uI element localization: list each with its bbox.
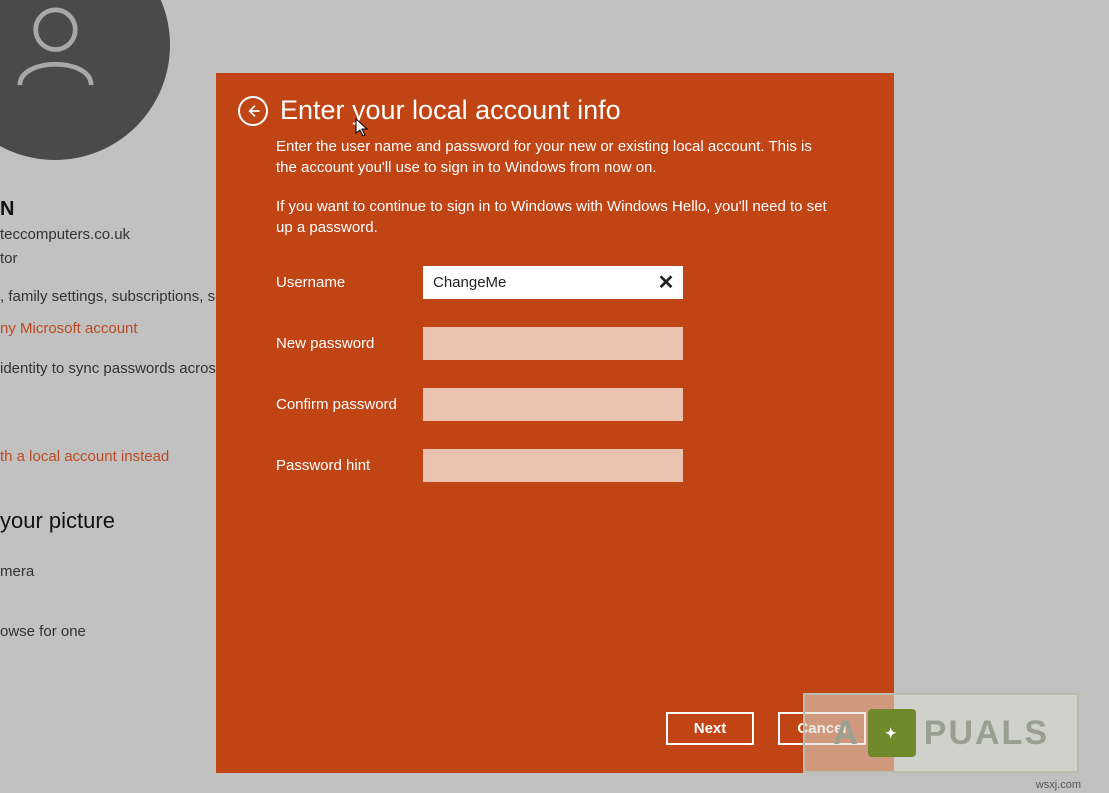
confirm-password-field-wrap: [423, 388, 683, 421]
info-line-1: , family settings, subscriptions, sec: [0, 288, 231, 305]
account-role-fragment: tor: [0, 250, 18, 267]
back-button[interactable]: [238, 96, 268, 126]
modal-description-2: If you want to continue to sign in to Wi…: [276, 196, 834, 238]
browse-option[interactable]: owse for one: [0, 623, 86, 640]
next-button[interactable]: Next: [666, 712, 754, 745]
password-hint-field-wrap: [423, 449, 683, 482]
username-label: Username: [276, 274, 423, 291]
modal-description-1: Enter the user name and password for you…: [276, 136, 834, 178]
confirm-password-input[interactable]: [423, 388, 683, 421]
modal-header: Enter your local account info: [238, 95, 834, 126]
clear-input-button[interactable]: ✕: [649, 266, 683, 299]
close-icon: ✕: [658, 270, 675, 295]
account-name-fragment: N: [0, 198, 14, 221]
new-password-label: New password: [276, 335, 423, 352]
camera-option[interactable]: mera: [0, 563, 34, 580]
sign-in-local-account-link[interactable]: th a local account instead: [0, 448, 169, 465]
watermark: A ✦ PUALS: [803, 693, 1079, 773]
new-password-field-wrap: [423, 327, 683, 360]
watermark-text-before: A: [833, 714, 860, 753]
arrow-left-icon: [245, 103, 261, 119]
username-field-wrap: ✕: [423, 266, 683, 299]
watermark-logo-icon: ✦: [868, 709, 916, 757]
password-hint-label: Password hint: [276, 457, 423, 474]
account-email-fragment: teccomputers.co.uk: [0, 226, 130, 243]
username-input[interactable]: [423, 266, 683, 299]
modal-title: Enter your local account info: [280, 95, 621, 126]
password-hint-input[interactable]: [423, 449, 683, 482]
user-icon: [8, 0, 103, 93]
form-row-password-hint: Password hint: [276, 449, 834, 482]
form-row-username: Username ✕: [276, 266, 834, 299]
watermark-credit: wsxj.com: [1036, 779, 1081, 791]
confirm-password-label: Confirm password: [276, 396, 423, 413]
info-line-2: identity to sync passwords across: [0, 360, 223, 377]
manage-microsoft-account-link[interactable]: ny Microsoft account: [0, 320, 138, 337]
your-picture-heading: your picture: [0, 508, 115, 534]
form-row-new-password: New password: [276, 327, 834, 360]
new-password-input[interactable]: [423, 327, 683, 360]
local-account-modal: Enter your local account info Enter the …: [216, 73, 894, 773]
watermark-text-after: PUALS: [924, 714, 1049, 753]
avatar: [0, 0, 170, 160]
form-row-confirm-password: Confirm password: [276, 388, 834, 421]
